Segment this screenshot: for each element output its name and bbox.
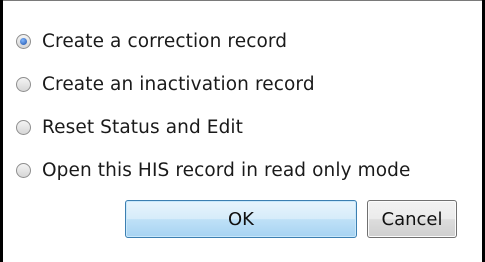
- dialog-top-border: [0, 0, 485, 1]
- radio-button-icon[interactable]: [16, 120, 31, 135]
- ok-button[interactable]: OK: [125, 200, 357, 238]
- radio-option-open-read-only[interactable]: Open this HIS record in read only mode: [14, 149, 484, 192]
- radio-button-icon[interactable]: [16, 77, 31, 92]
- radio-button-icon[interactable]: [16, 163, 31, 178]
- radio-button-selected-icon[interactable]: [16, 34, 31, 49]
- radio-option-label: Create a correction record: [42, 30, 288, 52]
- radio-option-create-inactivation[interactable]: Create an inactivation record: [14, 63, 484, 106]
- radio-option-reset-status[interactable]: Reset Status and Edit: [14, 106, 484, 149]
- radio-option-label: Create an inactivation record: [42, 73, 315, 95]
- radio-option-label: Reset Status and Edit: [42, 116, 244, 138]
- record-action-dialog: Create a correction record Create an ina…: [0, 0, 485, 262]
- cancel-button[interactable]: Cancel: [367, 200, 457, 238]
- record-action-radio-group: Create a correction record Create an ina…: [14, 20, 484, 192]
- dialog-left-border: [0, 0, 3, 262]
- radio-option-create-correction[interactable]: Create a correction record: [14, 20, 484, 63]
- radio-option-label: Open this HIS record in read only mode: [42, 159, 411, 181]
